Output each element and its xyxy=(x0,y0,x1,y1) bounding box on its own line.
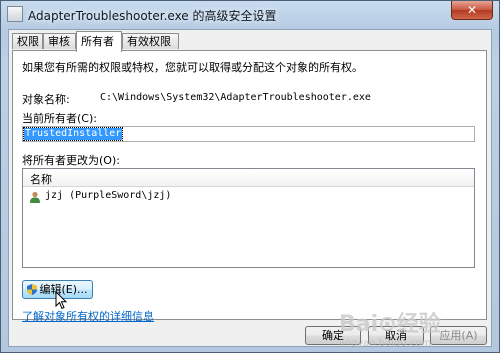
intro-text: 如果您有所需的权限或特权，您就可以取得或分配这个对象的所有权。 xyxy=(22,61,363,74)
file-icon xyxy=(7,6,23,22)
close-button[interactable]: ✕ xyxy=(451,1,493,20)
learn-more-link[interactable]: 了解对象所有权的详细信息 xyxy=(22,308,154,324)
watermark-url: jingyan.baidu.com xyxy=(339,338,432,349)
object-name-label: 对象名称: xyxy=(22,93,70,106)
tab-effective-permissions[interactable]: 有效权限 xyxy=(122,33,179,49)
watermark-brand: Bai⊙经验 xyxy=(339,312,441,337)
object-name-value: C:\Windows\System32\AdapterTroubleshoote… xyxy=(100,92,371,103)
shield-icon xyxy=(27,284,37,295)
title-bar[interactable]: AdapterTroubleshooter.exe 的高级安全设置 ✕ xyxy=(1,1,499,29)
window-title: AdapterTroubleshooter.exe 的高级安全设置 xyxy=(28,9,277,23)
change-owner-label: 将所有者更改为(O): xyxy=(22,154,120,167)
watermark: Bai⊙经验 jingyan.baidu.com xyxy=(339,306,441,349)
tab-owner[interactable]: 所有者 xyxy=(76,31,122,52)
name-column-label: 名称 xyxy=(30,173,52,186)
list-column-header[interactable]: 名称 xyxy=(23,169,474,187)
owner-panel: 如果您有所需的权限或特权，您就可以取得或分配这个对象的所有权。 对象名称: C:… xyxy=(12,50,487,323)
mouse-cursor-icon xyxy=(55,291,68,310)
owner-list-item[interactable]: jzj (PurpleSword\jzj) xyxy=(45,190,171,201)
current-owner-label: 当前所有者(C): xyxy=(22,112,97,125)
current-owner-value: TrustedInstaller xyxy=(22,127,124,141)
dialog-window: AdapterTroubleshooter.exe 的高级安全设置 ✕ 权限 审… xyxy=(0,0,500,353)
dialog-body: 权限 审核 所有者 有效权限 如果您有所需的权限或特权，您就可以取得或分配这个对… xyxy=(8,29,492,349)
tab-auditing[interactable]: 审核 xyxy=(43,33,76,49)
current-owner-field[interactable]: TrustedInstaller xyxy=(22,126,475,142)
user-icon xyxy=(30,191,40,203)
tab-permissions[interactable]: 权限 xyxy=(12,33,43,49)
owner-list[interactable]: 名称 jzj (PurpleSword\jzj) xyxy=(22,168,475,268)
